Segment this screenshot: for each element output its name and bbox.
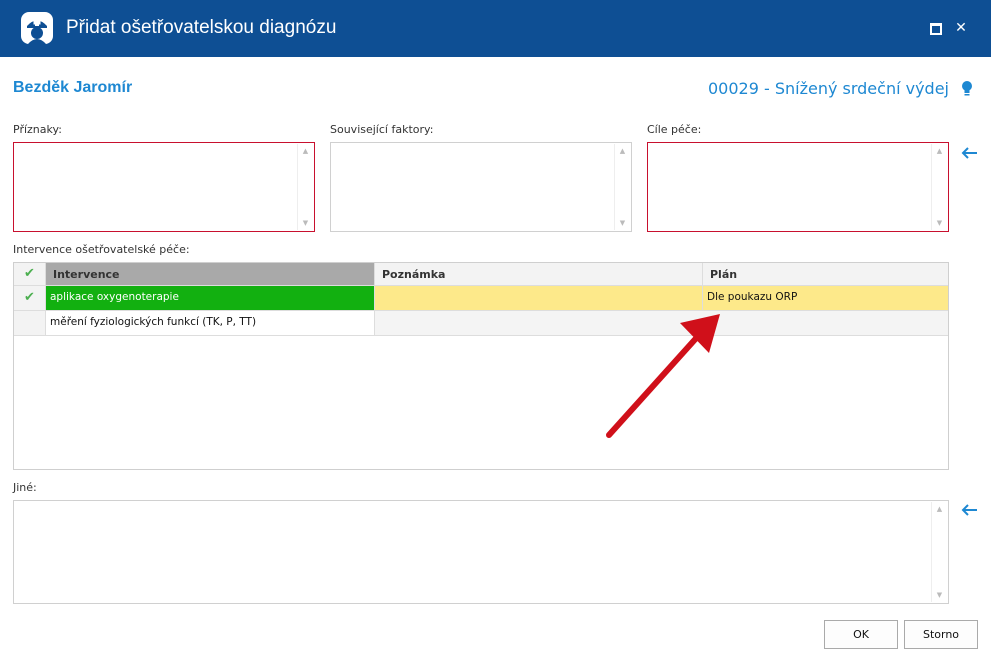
ok-button[interactable]: OK: [824, 620, 898, 649]
scrollbar[interactable]: ▲ ▼: [614, 144, 630, 230]
patient-name: Bezděk Jaromír: [13, 79, 133, 96]
scroll-up-icon[interactable]: ▲: [298, 147, 313, 155]
arrow-left-icon[interactable]: [960, 146, 978, 160]
cancel-button[interactable]: Storno: [904, 620, 978, 649]
scroll-up-icon[interactable]: ▲: [615, 147, 630, 155]
other-field[interactable]: ▲ ▼: [13, 500, 949, 604]
related-factors-field[interactable]: ▲ ▼: [330, 142, 632, 232]
lightbulb-icon[interactable]: [961, 80, 973, 98]
title-bar: Přidat ošetřovatelskou diagnózu ✕: [0, 0, 991, 57]
scroll-up-icon[interactable]: ▲: [932, 147, 947, 155]
column-header-note[interactable]: Poznámka: [374, 263, 702, 286]
scrollbar[interactable]: ▲ ▼: [931, 502, 947, 602]
row-checkbox[interactable]: ✔: [14, 286, 46, 311]
note-plan-cell[interactable]: [374, 311, 948, 336]
check-icon: ✔: [24, 290, 35, 305]
related-factors-label: Související faktory:: [330, 123, 434, 136]
column-header-plan[interactable]: Plán: [702, 263, 948, 286]
interventions-grid: ✔ Intervence Poznámka Plán ✔ aplikace ox…: [13, 262, 949, 470]
symptoms-field[interactable]: ▲ ▼: [13, 142, 315, 232]
scroll-down-icon[interactable]: ▼: [615, 219, 630, 227]
arrow-left-icon[interactable]: [960, 503, 978, 517]
maximize-icon[interactable]: [928, 20, 944, 36]
close-icon[interactable]: ✕: [953, 20, 969, 36]
care-goals-label: Cíle péče:: [647, 123, 702, 136]
nurse-icon: [21, 12, 53, 44]
plan-cell[interactable]: Dle poukazu ORP: [702, 286, 948, 311]
scrollbar[interactable]: ▲ ▼: [297, 144, 313, 230]
intervention-cell[interactable]: aplikace oxygenoterapie: [46, 286, 374, 311]
other-label: Jiné:: [13, 481, 37, 494]
care-goals-field[interactable]: ▲ ▼: [647, 142, 949, 232]
column-header-intervention[interactable]: Intervence: [46, 263, 374, 286]
scroll-down-icon[interactable]: ▼: [932, 219, 947, 227]
check-icon: ✔: [24, 266, 35, 281]
scrollbar[interactable]: ▲ ▼: [931, 144, 947, 230]
symptoms-label: Příznaky:: [13, 123, 62, 136]
select-column-header[interactable]: ✔: [14, 263, 46, 286]
diagnosis-title: 00029 - Snížený srdeční výdej: [707, 79, 949, 98]
intervention-cell[interactable]: měření fyziologických funkcí (TK, P, TT): [46, 311, 374, 336]
row-checkbox[interactable]: [14, 311, 46, 336]
note-cell[interactable]: [374, 286, 702, 311]
window-title: Přidat ošetřovatelskou diagnózu: [66, 17, 337, 38]
scroll-down-icon[interactable]: ▼: [298, 219, 313, 227]
interventions-label: Intervence ošetřovatelské péče:: [13, 243, 190, 256]
scroll-down-icon[interactable]: ▼: [932, 591, 947, 599]
scroll-up-icon[interactable]: ▲: [932, 505, 947, 513]
